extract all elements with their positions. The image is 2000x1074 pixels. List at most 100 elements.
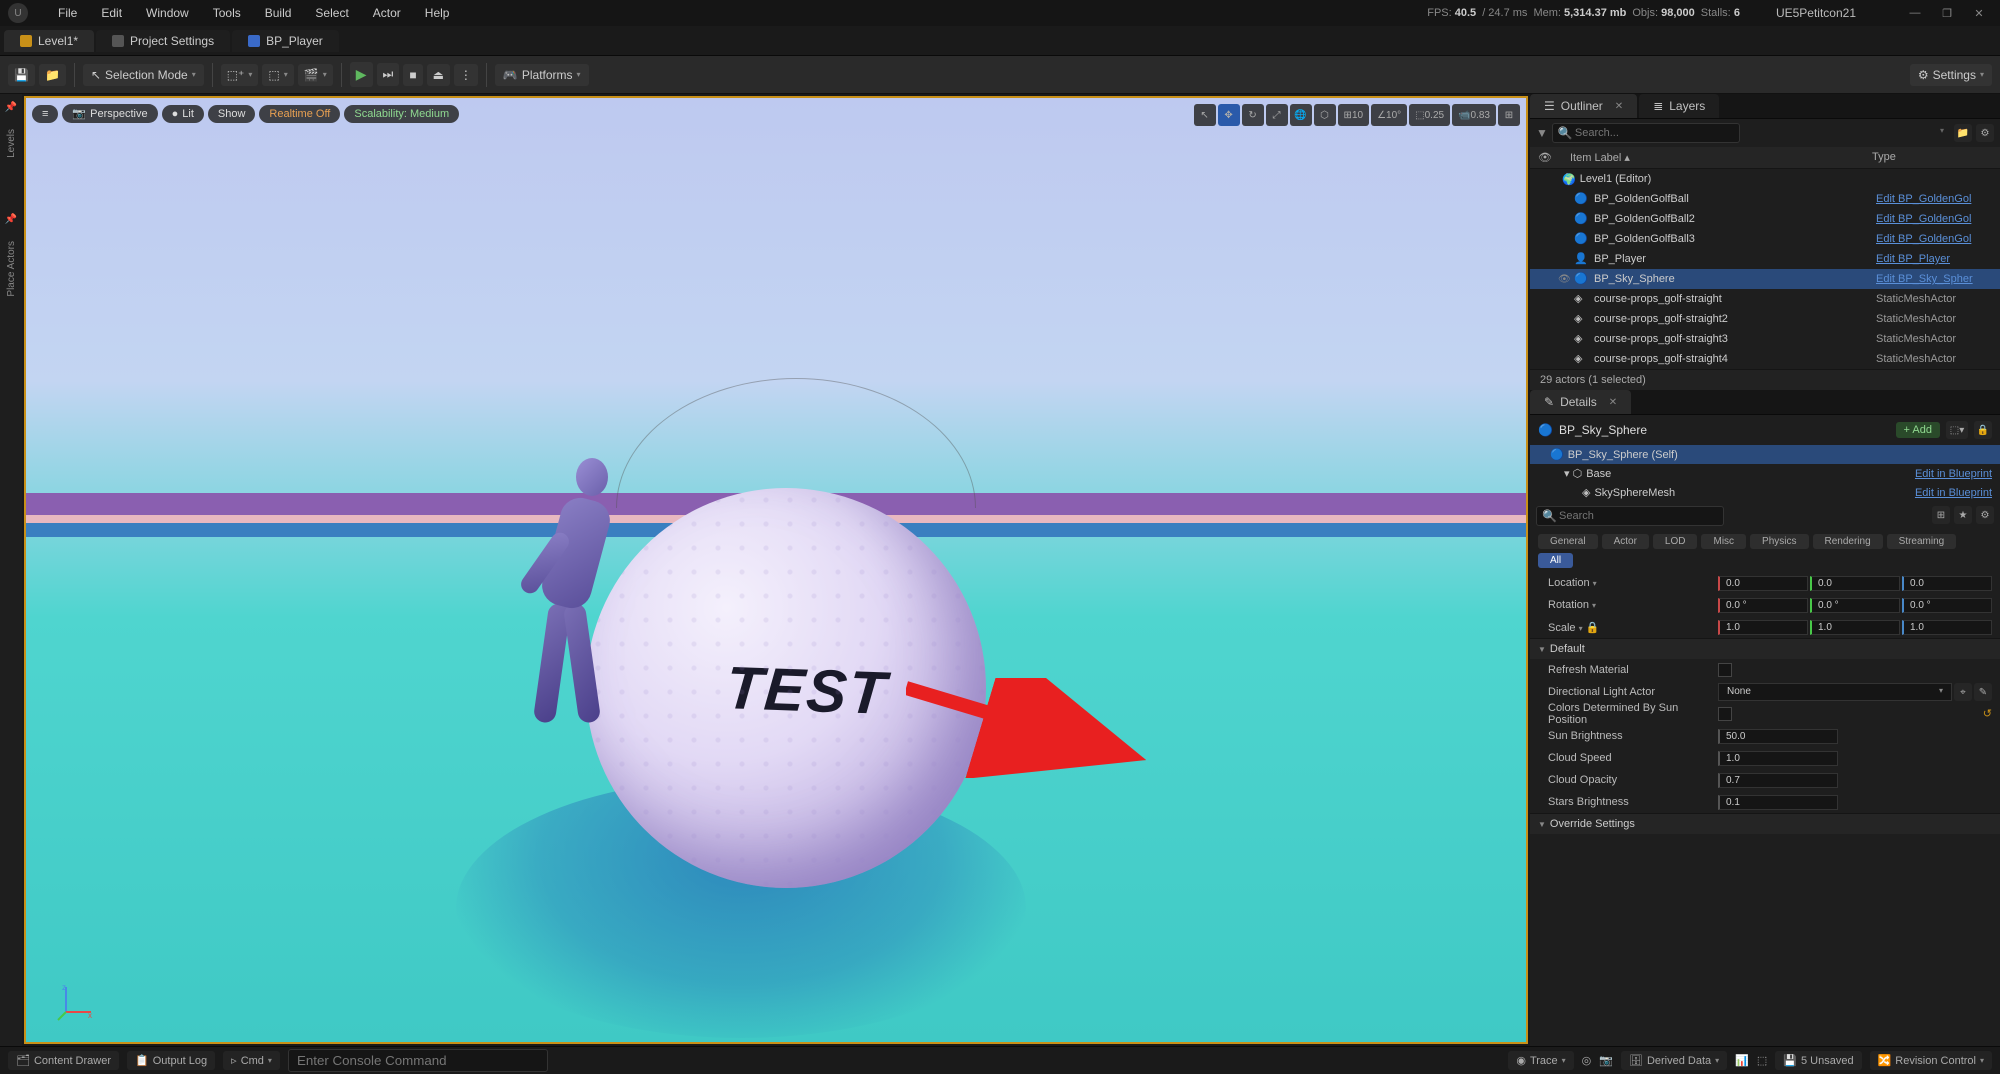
step-button[interactable]: ⏭ [377, 63, 400, 86]
menu-select[interactable]: Select [303, 6, 360, 20]
select-tool[interactable]: ↖ [1194, 104, 1216, 126]
stars-brightness-input[interactable]: 0.1 [1718, 795, 1838, 810]
platforms-button[interactable]: 🎮Platforms▾ [495, 64, 589, 86]
revision-control-button[interactable]: 🔀Revision Control▾ [1870, 1051, 1992, 1070]
browse-blueprint-button[interactable]: ⬚▾ [1946, 421, 1968, 439]
menu-tools[interactable]: Tools [201, 6, 253, 20]
status-icon[interactable]: ◎ [1582, 1054, 1592, 1067]
scale-x-input[interactable]: 1.0 [1718, 620, 1808, 635]
outliner-row[interactable]: ◈course-props_golf-straight3StaticMeshAc… [1530, 329, 2000, 349]
cmd-button[interactable]: ▹Cmd▾ [223, 1051, 280, 1070]
category-override[interactable]: Override Settings [1530, 813, 2000, 834]
add-component-button[interactable]: + Add [1896, 422, 1940, 438]
play-button[interactable]: ▶ [350, 62, 373, 87]
save-button[interactable]: 💾 [8, 64, 35, 86]
rotation-z-input[interactable]: 0.0 ° [1902, 598, 1992, 613]
chevron-down-icon[interactable]: ▾ [1579, 624, 1583, 633]
chevron-down-icon[interactable]: ▾ [1592, 601, 1596, 610]
trace-button[interactable]: ◉Trace▾ [1508, 1051, 1573, 1070]
pin-icon[interactable]: 📌 [5, 214, 17, 225]
translate-tool[interactable]: ✥ [1218, 104, 1240, 126]
rotation-x-input[interactable]: 0.0 ° [1718, 598, 1808, 613]
camera-speed[interactable]: 📹 0.83 [1452, 104, 1496, 126]
play-options-button[interactable]: ⋮ [454, 64, 478, 86]
outliner-row[interactable]: 👤BP_PlayerEdit BP_Player [1530, 249, 2000, 269]
lock-button[interactable]: 🔒 [1974, 421, 1992, 439]
eyedropper-icon[interactable]: ✎ [1974, 683, 1992, 701]
outliner-tree[interactable]: 🌍Level1 (Editor) 🔵BP_GoldenGolfBallEdit … [1530, 169, 2000, 369]
pin-icon[interactable]: 📌 [5, 102, 17, 113]
eye-icon[interactable]: 👁 [1538, 151, 1554, 164]
eye-icon[interactable]: 👁 [1558, 274, 1574, 285]
filter-misc[interactable]: Misc [1701, 534, 1746, 549]
outliner-tab[interactable]: ☰Outliner✕ [1530, 94, 1637, 118]
rail-place-actors[interactable]: Place Actors [6, 241, 17, 297]
reset-icon[interactable]: ↺ [1983, 707, 1992, 721]
unsaved-button[interactable]: 💾5 Unsaved [1775, 1051, 1861, 1070]
rotation-y-input[interactable]: 0.0 ° [1810, 598, 1900, 613]
location-x-input[interactable]: 0.0 [1718, 576, 1808, 591]
selection-mode-button[interactable]: ↖Selection Mode▾ [83, 64, 204, 86]
details-search-input[interactable] [1536, 506, 1724, 526]
category-default[interactable]: Default [1530, 638, 2000, 659]
world-local-toggle[interactable]: 🌐 [1290, 104, 1312, 126]
favorites-button[interactable]: ★ [1954, 506, 1972, 524]
colors-sun-checkbox[interactable] [1718, 707, 1732, 721]
outliner-row[interactable]: 🔵BP_GoldenGolfBall3Edit BP_GoldenGol [1530, 229, 2000, 249]
add-content-button[interactable]: ⬚⁺▾ [221, 64, 259, 86]
outliner-settings-button[interactable]: ⚙ [1976, 124, 1994, 142]
component-mesh[interactable]: ◈SkySphereMeshEdit in Blueprint [1530, 483, 2000, 502]
tab-bp-player[interactable]: BP_Player [232, 30, 339, 52]
filter-general[interactable]: General [1538, 534, 1598, 549]
perspective-button[interactable]: 📷Perspective [62, 104, 157, 123]
close-icon[interactable]: ✕ [1609, 397, 1617, 408]
scale-y-input[interactable]: 1.0 [1810, 620, 1900, 635]
refresh-material-checkbox[interactable] [1718, 663, 1732, 677]
directional-light-dropdown[interactable]: None▾ [1718, 683, 1952, 701]
scalability-button[interactable]: Scalability: Medium [344, 105, 459, 123]
new-folder-button[interactable]: 📁 [1954, 124, 1972, 142]
viewport[interactable]: z x ≡ 📷Perspective ●Lit Show Realtime Of… [24, 96, 1528, 1044]
outliner-row[interactable]: 🔵BP_GoldenGolfBall2Edit BP_GoldenGol [1530, 209, 2000, 229]
outliner-row-selected[interactable]: 👁🔵BP_Sky_SphereEdit BP_Sky_Spher [1530, 269, 2000, 289]
scale-tool[interactable]: ⤢ [1266, 104, 1288, 126]
status-icon[interactable]: ⬚ [1757, 1054, 1767, 1067]
cinematics-button[interactable]: 🎬▾ [298, 64, 333, 86]
derived-data-button[interactable]: 🗄Derived Data▾ [1621, 1051, 1727, 1070]
picker-icon[interactable]: ⌖ [1954, 683, 1972, 701]
rotate-tool[interactable]: ↻ [1242, 104, 1264, 126]
component-self[interactable]: 🔵BP_Sky_Sphere (Self) [1530, 445, 2000, 464]
sun-brightness-input[interactable]: 50.0 [1718, 729, 1838, 744]
filter-physics[interactable]: Physics [1750, 534, 1808, 549]
output-log-button[interactable]: 📋Output Log [127, 1051, 215, 1070]
minimize-button[interactable]: — [1902, 3, 1928, 23]
tab-level[interactable]: Level1* [4, 30, 94, 52]
outliner-row[interactable]: ◈course-props_golf-straightStaticMeshAct… [1530, 289, 2000, 309]
stop-button[interactable]: ■ [403, 64, 422, 86]
show-button[interactable]: Show [208, 105, 256, 123]
column-item-label[interactable]: Item Label ▴ [1554, 151, 1872, 164]
browse-button[interactable]: 📁 [39, 64, 66, 86]
console-input[interactable] [288, 1049, 548, 1072]
angle-snap[interactable]: ∠ 10° [1371, 104, 1407, 126]
lock-icon[interactable]: 🔒 [1586, 622, 1600, 634]
filter-rendering[interactable]: Rendering [1813, 534, 1883, 549]
realtime-toggle[interactable]: Realtime Off [259, 105, 340, 123]
menu-actor[interactable]: Actor [361, 6, 413, 20]
grid-snap[interactable]: ⊞ 10 [1338, 104, 1370, 126]
maximize-button[interactable]: ❐ [1934, 3, 1960, 23]
property-matrix-button[interactable]: ⊞ [1932, 506, 1950, 524]
chevron-down-icon[interactable]: ▾ [1593, 579, 1597, 588]
scale-snap[interactable]: ⬚ 0.25 [1409, 104, 1450, 126]
eject-button[interactable]: ⏏ [427, 64, 450, 86]
filter-streaming[interactable]: Streaming [1887, 534, 1957, 549]
outliner-row[interactable]: ◈course-props_golf-straight2StaticMeshAc… [1530, 309, 2000, 329]
outliner-world-row[interactable]: 🌍Level1 (Editor) [1530, 169, 2000, 189]
lit-mode-button[interactable]: ●Lit [162, 105, 204, 123]
menu-build[interactable]: Build [253, 6, 304, 20]
filter-icon[interactable]: ▼ [1536, 126, 1548, 140]
location-z-input[interactable]: 0.0 [1902, 576, 1992, 591]
menu-window[interactable]: Window [134, 6, 201, 20]
close-button[interactable]: ✕ [1966, 3, 1992, 23]
component-base[interactable]: ▾ ⬡BaseEdit in Blueprint [1530, 464, 2000, 483]
